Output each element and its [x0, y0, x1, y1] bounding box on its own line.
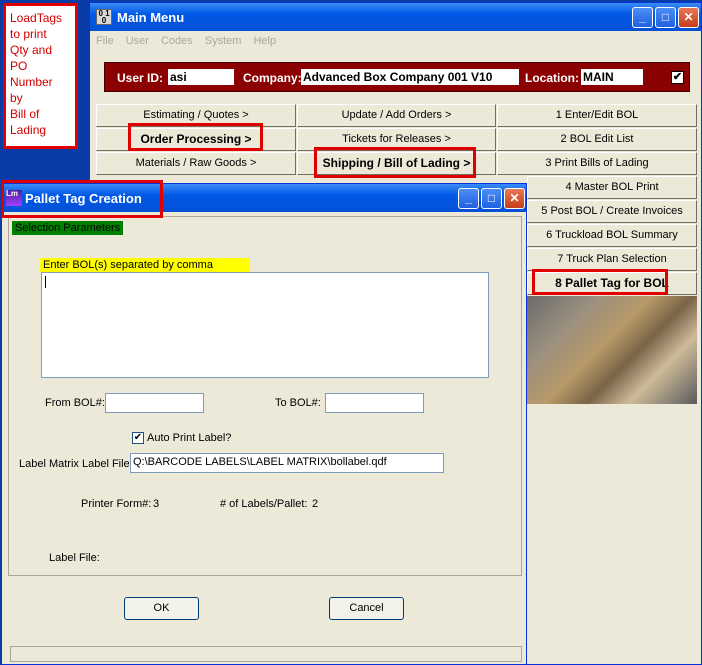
annotation-line: Bill of: [10, 107, 40, 121]
window-title: Main Menu: [117, 9, 185, 25]
menu-bol-edit-list[interactable]: 2 BOL Edit List: [497, 128, 697, 151]
label-file-label: Label File:: [49, 552, 100, 564]
auto-print-label: Auto Print Label?: [147, 432, 232, 444]
menu-shipping-bill-of-lading[interactable]: Shipping / Bill of Lading >: [297, 152, 496, 175]
menu-post-bol-create-invoices[interactable]: 5 Post BOL / Create Invoices: [527, 200, 697, 223]
menu-file[interactable]: File: [96, 35, 114, 47]
selection-parameters-label: Selection Parameters: [12, 221, 124, 235]
menu-truck-plan-selection[interactable]: 7 Truck Plan Selection: [527, 248, 697, 271]
labels-per-pallet-label: # of Labels/Pallet:: [220, 498, 308, 510]
menu-estimating-quotes[interactable]: Estimating / Quotes >: [96, 104, 296, 127]
menu-order-processing[interactable]: Order Processing >: [96, 128, 296, 151]
menu-bar: File User Codes System Help: [90, 31, 701, 51]
menu-truckload-bol-summary[interactable]: 6 Truckload BOL Summary: [527, 224, 697, 247]
from-bol-label: From BOL#:: [45, 397, 105, 409]
menu-update-add-orders[interactable]: Update / Add Orders >: [297, 104, 496, 127]
cancel-button[interactable]: Cancel: [329, 597, 404, 620]
label-matrix-file-input[interactable]: Q:\BARCODE LABELS\LABEL MATRIX\bollabel.…: [130, 453, 444, 473]
bol-list-input[interactable]: [41, 272, 489, 378]
dialog-close-button[interactable]: ✕: [504, 188, 525, 209]
to-bol-label: To BOL#:: [275, 397, 321, 409]
close-button[interactable]: ✕: [678, 7, 699, 28]
menu-help[interactable]: Help: [253, 35, 276, 47]
app-icon: 0 10: [96, 9, 112, 25]
company-field[interactable]: Advanced Box Company 001 V10: [301, 69, 519, 85]
company-label: Company:: [243, 71, 302, 85]
location-field[interactable]: MAIN: [581, 69, 643, 85]
annotation-line: PO Number: [10, 59, 53, 89]
from-bol-input[interactable]: [105, 393, 204, 413]
bol-prompt-label: Enter BOL(s) separated by comma: [40, 258, 250, 272]
location-label: Location:: [525, 71, 579, 85]
annotation-line: to print: [10, 27, 47, 41]
pallet-tag-dialog: Lm Pallet Tag Creation _ □ ✕ Selection P…: [1, 183, 527, 665]
minimize-button[interactable]: _: [632, 7, 653, 28]
annotation-line: by: [10, 91, 23, 105]
warehouse-photo: [527, 296, 697, 404]
annotation-note: LoadTags to print Qty and PO Number by B…: [3, 3, 78, 149]
dialog-title: Pallet Tag Creation: [25, 190, 142, 206]
status-bar: [10, 646, 522, 662]
user-id-label: User ID:: [117, 71, 164, 85]
labels-per-pallet-value: 2: [312, 498, 319, 510]
annotation-line: LoadTags: [10, 11, 63, 25]
text-caret: [45, 276, 46, 288]
menu-print-bills-of-lading[interactable]: 3 Print Bills of Lading: [497, 152, 697, 175]
dialog-minimize-button[interactable]: _: [458, 188, 479, 209]
label-matrix-file-label: Label Matrix Label File:: [19, 458, 133, 470]
printer-form-value: 3: [153, 498, 160, 510]
user-bar: User ID: asi Company: Advanced Box Compa…: [104, 62, 690, 92]
main-menu-titlebar: 0 10 Main Menu _ □ ✕: [90, 3, 701, 31]
dialog-app-icon: Lm: [6, 190, 22, 206]
menu-enter-edit-bol[interactable]: 1 Enter/Edit BOL: [497, 104, 697, 127]
menu-user[interactable]: User: [126, 35, 149, 47]
annotation-line: Qty and: [10, 43, 53, 57]
menu-codes[interactable]: Codes: [161, 35, 193, 47]
dialog-maximize-button[interactable]: □: [481, 188, 502, 209]
printer-form-label: Printer Form#:: [81, 498, 152, 510]
menu-master-bol-print[interactable]: 4 Master BOL Print: [527, 176, 697, 199]
auto-print-checkbox[interactable]: ✔: [132, 432, 144, 444]
menu-tickets-for-releases[interactable]: Tickets for Releases >: [297, 128, 496, 151]
dialog-titlebar: Lm Pallet Tag Creation _ □ ✕: [2, 184, 526, 212]
menu-system[interactable]: System: [205, 35, 242, 47]
annotation-line: Lading: [10, 123, 47, 137]
menu-materials-raw-goods[interactable]: Materials / Raw Goods >: [96, 152, 296, 175]
to-bol-input[interactable]: [325, 393, 424, 413]
maximize-button[interactable]: □: [655, 7, 676, 28]
location-checkbox[interactable]: ✔: [671, 71, 684, 84]
user-id-field[interactable]: asi: [168, 69, 234, 85]
ok-button[interactable]: OK: [124, 597, 199, 620]
menu-pallet-tag-for-bol[interactable]: 8 Pallet Tag for BOL: [527, 272, 697, 295]
